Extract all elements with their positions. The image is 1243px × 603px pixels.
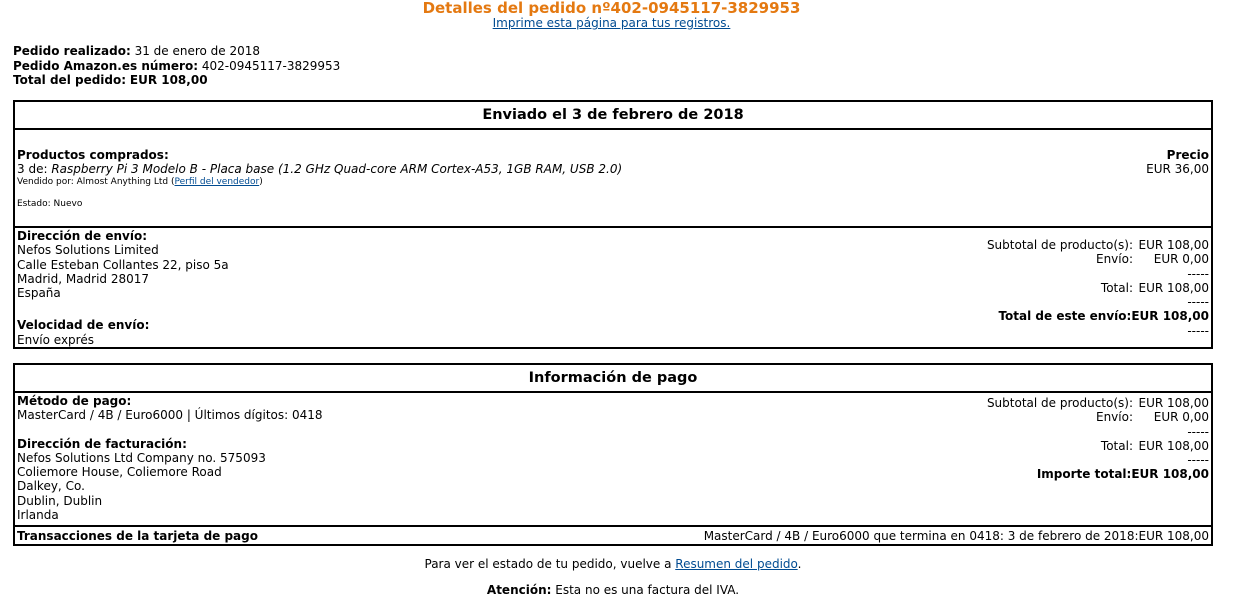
card-transactions-row: Transacciones de la tarjeta de pago Mast…: [15, 527, 1211, 544]
shipment-box: Enviado el 3 de febrero de 2018 Producto…: [13, 100, 1213, 349]
payment-heading: Información de pago: [15, 365, 1211, 393]
shipment-total-value: EUR 108,00: [1131, 309, 1209, 324]
total-label: Total:: [1100, 280, 1133, 295]
grand-total-label: Importe total:: [1036, 467, 1132, 482]
payment-box: Información de pago Método de pago: Mast…: [13, 363, 1213, 546]
divider-dashes: -----: [1187, 424, 1209, 439]
products-label: Productos comprados:: [17, 148, 169, 162]
product-price: EUR 36,00: [1146, 162, 1209, 177]
order-status-end: .: [797, 557, 802, 571]
billing-address-line: Nefos Solutions Ltd Company no. 575093: [17, 450, 266, 465]
card-transactions-value: MasterCard / 4B / Euro6000 que termina e…: [703, 529, 1209, 543]
seller-line: Vendido por: Almost Anything Ltd (Perfil…: [17, 177, 622, 188]
payment-totals: Subtotal de producto(s): EUR 108,00 Envío…: [987, 396, 1209, 482]
order-total-label: Total del pedido:: [13, 73, 127, 87]
order-number-value: 402-0945117-3829953: [201, 58, 341, 73]
vat-notice-label: Atención:: [486, 583, 552, 597]
shipping-address-label: Dirección de envío:: [17, 229, 148, 243]
price-label: Precio: [1166, 148, 1209, 162]
seller-name: Vendido por: Almost Anything Ltd (: [17, 176, 175, 187]
order-date-label: Pedido realizado:: [13, 44, 131, 58]
shipping-address-line: Calle Esteban Collantes 22, piso 5a: [17, 257, 229, 272]
print-page-row: Imprime esta página para tus registros.: [0, 16, 1223, 31]
total-value: EUR 108,00: [1138, 438, 1209, 453]
page-title: Detalles del pedido nº402-0945117-382995…: [422, 0, 801, 17]
shipping-address-line: España: [17, 286, 61, 301]
shipping-address-line: Nefos Solutions Limited: [17, 243, 159, 258]
shipping-cost-label: Envío:: [1095, 252, 1133, 267]
shipment-totals: Subtotal de producto(s): EUR 108,00 Envío…: [987, 238, 1209, 338]
order-total-value: EUR 108,00: [129, 73, 208, 87]
total-label: Total:: [1100, 438, 1133, 453]
billing-address-line: Coliemore House, Coliemore Road: [17, 465, 222, 480]
print-page-link[interactable]: Imprime esta página para tus registros.: [493, 16, 731, 30]
divider-dashes: -----: [1187, 323, 1209, 338]
shipment-heading: Enviado el 3 de febrero de 2018: [15, 102, 1211, 130]
order-number-label: Pedido Amazon.es número:: [13, 58, 199, 73]
payment-method-label: Método de pago:: [17, 394, 132, 408]
shipping-cost-value: EUR 0,00: [1153, 410, 1209, 425]
card-transactions-label: Transacciones de la tarjeta de pago: [17, 529, 258, 543]
grand-total-value: EUR 108,00: [1131, 467, 1209, 482]
payment-method-value: MasterCard / 4B / Euro6000 | Últimos díg…: [17, 408, 323, 423]
shipping-cost-label: Envío:: [1095, 410, 1133, 425]
shipping-details-section: Dirección de envío: Nefos Solutions Limi…: [15, 228, 1211, 347]
divider-dashes: -----: [1187, 266, 1209, 281]
product-qty: 3 de:: [17, 162, 52, 177]
vat-notice-text: Esta no es una factura del IVA.: [551, 583, 740, 597]
shipping-cost-value: EUR 0,00: [1153, 252, 1209, 267]
products-section: Productos comprados: 3 de: Raspberry Pi …: [15, 130, 1211, 228]
billing-address-line: Dublin, Dublin: [17, 493, 103, 508]
total-value: EUR 108,00: [1138, 280, 1209, 295]
order-status-text: Para ver el estado de tu pedido, vuelve …: [424, 557, 676, 571]
divider-dashes: -----: [1187, 295, 1209, 310]
shipment-total-label: Total de este envío:: [998, 309, 1132, 324]
order-summary: Pedido realizado: 31 de enero de 2018 Pe…: [13, 44, 340, 88]
shipping-speed-label: Velocidad de envío:: [17, 318, 150, 333]
shipping-address-line: Madrid, Madrid 28017: [17, 271, 150, 286]
seller-profile-link[interactable]: Perfil del vendedor: [174, 177, 259, 187]
order-status-note: Para ver el estado de tu pedido, vuelve …: [0, 557, 1226, 572]
product-line: 3 de: Raspberry Pi 3 Modelo B - Placa ba…: [17, 162, 622, 176]
billing-address-line: Irlanda: [17, 508, 59, 523]
shipping-speed-value: Envío exprés: [17, 332, 94, 347]
vat-notice: Atención: Esta no es una factura del IVA…: [0, 583, 1226, 598]
subtotal-value: EUR 108,00: [1138, 396, 1209, 410]
billing-address-label: Dirección de facturación:: [17, 436, 187, 451]
subtotal-label: Subtotal de producto(s):: [986, 238, 1133, 252]
divider-dashes: -----: [1187, 453, 1209, 468]
order-date-value: 31 de enero de 2018: [134, 44, 261, 58]
billing-address-line: Dalkey, Co.: [17, 479, 85, 494]
subtotal-label: Subtotal de producto(s):: [986, 396, 1133, 410]
subtotal-value: EUR 108,00: [1138, 238, 1209, 252]
order-summary-link[interactable]: Resumen del pedido: [675, 557, 797, 571]
product-condition: Estado: Nuevo: [17, 198, 83, 209]
seller-paren: ): [259, 176, 263, 187]
payment-details-section: Método de pago: MasterCard / 4B / Euro60…: [15, 393, 1211, 527]
product-name: Raspberry Pi 3 Modelo B - Placa base (1.…: [51, 162, 623, 177]
